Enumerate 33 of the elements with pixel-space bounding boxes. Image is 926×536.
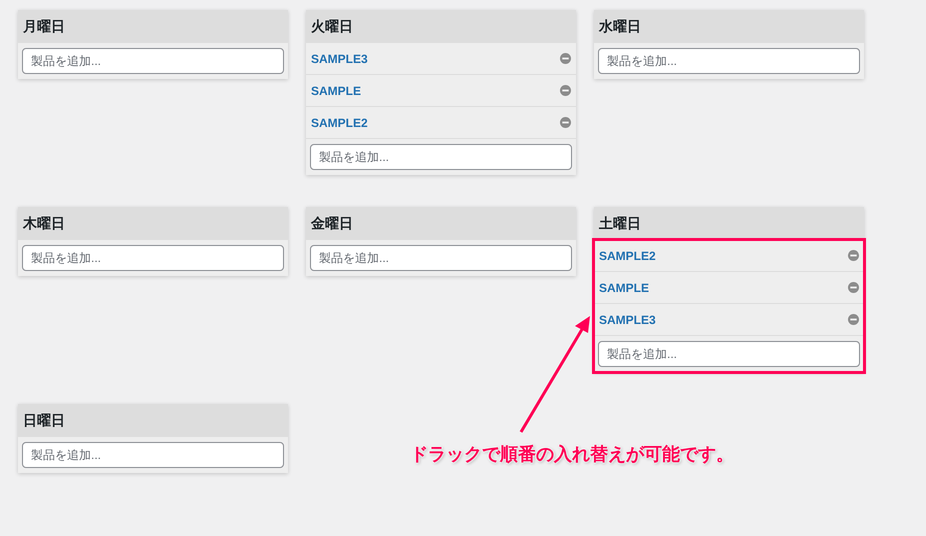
product-item[interactable]: SAMPLE [594, 272, 864, 304]
remove-icon[interactable] [560, 53, 571, 64]
day-title: 日曜日 [23, 411, 65, 430]
day-title: 金曜日 [311, 214, 353, 233]
day-title: 水曜日 [599, 17, 641, 36]
product-item[interactable]: SAMPLE3 [594, 304, 864, 336]
remove-icon[interactable] [848, 314, 859, 325]
remove-icon[interactable] [848, 250, 859, 261]
remove-icon[interactable] [848, 282, 859, 293]
product-item[interactable]: SAMPLE [306, 75, 576, 107]
day-title: 土曜日 [599, 214, 641, 233]
day-title: 火曜日 [311, 17, 353, 36]
product-name: SAMPLE2 [599, 248, 656, 264]
add-product-field[interactable]: 製品を追加... [22, 245, 284, 271]
add-product-field[interactable]: 製品を追加... [310, 245, 572, 271]
product-item[interactable]: SAMPLE3 [306, 43, 576, 75]
add-product-field[interactable]: 製品を追加... [598, 48, 860, 74]
product-name: SAMPLE [311, 82, 362, 100]
product-name: SAMPLE [599, 280, 650, 296]
product-name: SAMPLE2 [311, 114, 368, 132]
day-title: 木曜日 [23, 214, 65, 233]
product-name: SAMPLE3 [311, 50, 368, 68]
add-product-field[interactable]: 製品を追加... [598, 341, 860, 367]
remove-icon[interactable] [560, 117, 571, 128]
add-product-field[interactable]: 製品を追加... [22, 442, 284, 468]
product-item[interactable]: SAMPLE2 [594, 240, 864, 272]
add-product-field[interactable]: 製品を追加... [22, 48, 284, 74]
product-item[interactable]: SAMPLE2 [306, 107, 576, 139]
day-title: 月曜日 [23, 17, 65, 36]
product-name: SAMPLE3 [599, 312, 656, 328]
annotation-text: ドラックで順番の入れ替えが可能です。 [410, 443, 734, 466]
add-product-field[interactable]: 製品を追加... [310, 144, 572, 170]
remove-icon[interactable] [560, 85, 571, 96]
